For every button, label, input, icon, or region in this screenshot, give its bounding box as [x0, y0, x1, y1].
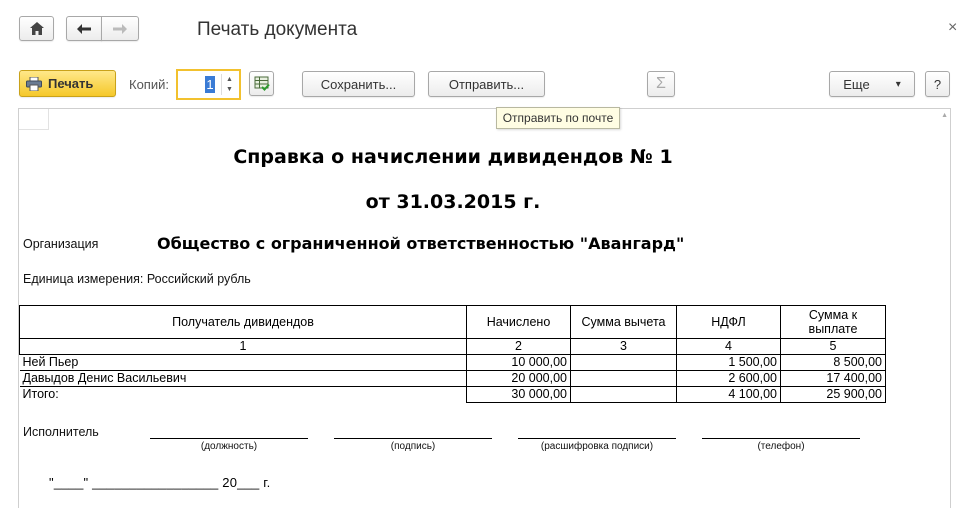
printer-settings-button[interactable] — [249, 71, 274, 96]
total-deduction — [570, 386, 677, 403]
close-icon[interactable]: × — [948, 19, 957, 37]
accrued-value: 10 000,00 — [466, 354, 571, 371]
print-label: Печать — [48, 76, 94, 91]
dividends-table: Получатель дивидендов Начислено Сумма вы… — [19, 305, 886, 403]
col-number: 5 — [780, 338, 886, 355]
help-button[interactable]: ? — [925, 71, 950, 97]
printer-icon — [26, 76, 42, 91]
document-date: от 31.03.2015 г. — [365, 191, 541, 213]
header-accrued: Начислено — [466, 305, 571, 339]
chevron-down-icon: ▾ — [895, 78, 901, 90]
signature-line — [150, 438, 308, 439]
copies-input[interactable]: 1 ▲ ▼ — [176, 69, 241, 100]
phone-caption: (телефон) — [757, 441, 805, 452]
header-deduction: Сумма вычета — [570, 305, 677, 339]
total-row: Итого: 30 000,00 4 100,00 25 900,00 — [19, 386, 886, 403]
arrow-left-icon — [77, 23, 91, 34]
signature-decode-caption: (расшифровка подписи) — [540, 441, 654, 452]
date-blank-line: "____" _________________ 20___ г. — [49, 475, 271, 490]
send-button[interactable]: Отправить... — [428, 71, 545, 97]
position-caption: (должность) — [200, 441, 258, 452]
header-recipient: Получатель дивидендов — [19, 305, 467, 339]
back-button[interactable] — [66, 16, 102, 41]
header-ndfl: НДФЛ — [676, 305, 781, 339]
col-number: 3 — [570, 338, 677, 355]
executor-label: Исполнитель — [23, 425, 99, 439]
col-number: 2 — [466, 338, 571, 355]
recipient-name: Давыдов Денис Васильевич — [19, 370, 467, 387]
signature-line — [518, 438, 676, 439]
scroll-up-icon[interactable]: ▲ — [941, 112, 948, 119]
table-row: Ней Пьер 10 000,00 1 500,00 8 500,00 — [19, 354, 886, 371]
unit-of-measure: Единица измерения: Российский рубль — [23, 272, 251, 286]
deduction-value — [570, 354, 677, 371]
sheet-corner — [19, 109, 49, 130]
window-title: Печать документа — [197, 19, 358, 40]
spin-down-icon[interactable]: ▼ — [226, 86, 233, 93]
ndfl-value: 2 600,00 — [676, 370, 781, 387]
col-number: 1 — [19, 338, 467, 355]
to-pay-value: 17 400,00 — [780, 370, 886, 387]
arrow-right-icon — [113, 23, 127, 34]
send-tooltip: Отправить по почте — [496, 107, 620, 129]
accrued-value: 20 000,00 — [466, 370, 571, 387]
forward-button[interactable] — [101, 16, 139, 41]
more-button[interactable]: Еще ▾ — [829, 71, 915, 97]
signature-line — [334, 438, 492, 439]
home-button[interactable] — [19, 16, 54, 41]
col-number: 4 — [676, 338, 781, 355]
print-button[interactable]: Печать — [19, 70, 116, 97]
column-number-row: 1 2 3 4 5 — [19, 338, 886, 355]
deduction-value — [570, 370, 677, 387]
ndfl-value: 1 500,00 — [676, 354, 781, 371]
signature-caption: (подпись) — [390, 441, 436, 452]
copies-value: 1 — [205, 76, 215, 93]
total-to-pay: 25 900,00 — [780, 386, 886, 403]
total-accrued: 30 000,00 — [466, 386, 571, 403]
total-label: Итого: — [19, 386, 467, 403]
total-ndfl: 4 100,00 — [676, 386, 781, 403]
organization-value: Общество с ограниченной ответственностью… — [157, 234, 685, 253]
document-title: Справка о начислении дивидендов № 1 — [233, 146, 673, 168]
organization-label: Организация — [23, 237, 99, 251]
spin-up-icon[interactable]: ▲ — [226, 76, 233, 83]
table-row: Давыдов Денис Васильевич 20 000,00 2 600… — [19, 370, 886, 387]
printer-settings-icon — [254, 76, 270, 91]
sum-button[interactable]: Σ — [647, 71, 675, 97]
header-to-pay: Сумма к выплате — [780, 305, 886, 339]
table-header-row: Получатель дивидендов Начислено Сумма вы… — [19, 305, 886, 339]
more-label: Еще — [843, 76, 870, 92]
save-button[interactable]: Сохранить... — [302, 71, 415, 97]
recipient-name: Ней Пьер — [19, 354, 467, 371]
copies-label: Копий: — [129, 77, 169, 92]
copies-stepper[interactable]: ▲ ▼ — [221, 74, 237, 95]
home-icon — [29, 22, 44, 35]
sigma-icon: Σ — [656, 75, 666, 92]
signature-line — [702, 438, 860, 439]
to-pay-value: 8 500,00 — [780, 354, 886, 371]
